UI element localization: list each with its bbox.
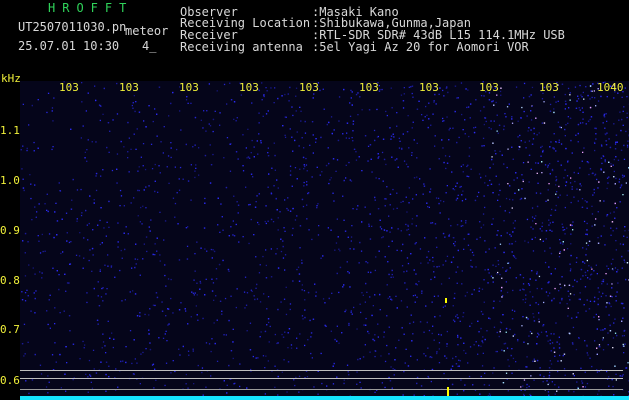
- mode-label: meteor: [125, 24, 169, 38]
- antenna-label: Receiving antenna: [180, 40, 303, 54]
- x-tick-1: 103: [59, 81, 79, 94]
- y-tick-0-6: 0.6: [0, 374, 20, 387]
- reference-line-upper: [20, 370, 623, 371]
- x-tick-9: 103: [539, 81, 559, 94]
- x-tick-3: 103: [179, 81, 199, 94]
- reference-line-bottom: [20, 389, 623, 390]
- antenna-value: :5el Yagi Az 20 for Aomori VOR: [312, 40, 529, 54]
- spectrogram-noise: [20, 81, 629, 400]
- y-tick-0-8: 0.8: [0, 274, 20, 287]
- y-tick-0-7: 0.7: [0, 323, 20, 336]
- x-tick-6: 103: [359, 81, 379, 94]
- x-tick-4: 103: [239, 81, 259, 94]
- header-panel: HROFFT UT2507011030.pn meteor 25.07.01 1…: [0, 0, 629, 75]
- filename-label: UT2507011030.pn: [18, 20, 127, 34]
- x-tick-2: 103: [119, 81, 139, 94]
- unit-label: kHz: [1, 72, 21, 85]
- x-tick-8: 103: [479, 81, 499, 94]
- reference-line-lower: [20, 378, 623, 379]
- x-tick-10: 1040: [597, 81, 624, 94]
- meteor-echo: [445, 298, 447, 303]
- y-tick-1-0: 1.0: [0, 174, 20, 187]
- y-tick-0-9: 0.9: [0, 224, 20, 237]
- signal-baseline: [20, 396, 629, 400]
- program-title: HROFFT: [48, 1, 134, 15]
- spectrogram: [20, 81, 629, 400]
- y-tick-1-1: 1.1: [0, 124, 20, 137]
- datetime-label: 25.07.01 10:30: [18, 39, 120, 53]
- count-label: 4_: [142, 39, 157, 53]
- x-tick-5: 103: [299, 81, 319, 94]
- signal-marker: [447, 387, 449, 396]
- x-tick-7: 103: [419, 81, 439, 94]
